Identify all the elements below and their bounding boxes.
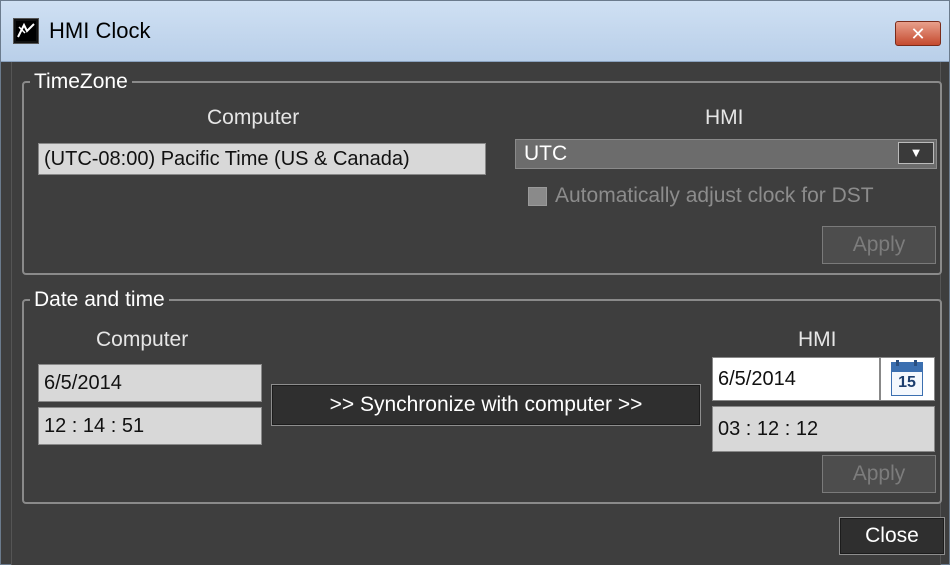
hmi-timezone-select[interactable]: UTC ▼ bbox=[515, 139, 937, 169]
synchronize-button[interactable]: >> Synchronize with computer >> bbox=[271, 384, 701, 426]
datetime-hmi-label: HMI bbox=[798, 328, 837, 351]
timezone-apply-button[interactable]: Apply bbox=[822, 226, 936, 264]
close-button[interactable]: Close bbox=[839, 517, 945, 555]
dst-checkbox[interactable] bbox=[528, 187, 547, 206]
computer-time-field: 12 : 14 : 51 bbox=[38, 407, 262, 445]
timezone-computer-label: Computer bbox=[207, 106, 300, 129]
hmi-timezone-value: UTC bbox=[524, 142, 568, 165]
app-icon bbox=[13, 18, 39, 44]
hmi-time-field: 03 : 12 : 12 bbox=[712, 406, 935, 452]
dropdown-arrow-icon[interactable]: ▼ bbox=[898, 142, 934, 164]
dst-checkbox-label: Automatically adjust clock for DST bbox=[555, 184, 874, 207]
title-bar: HMI Clock ✕ bbox=[1, 1, 949, 62]
close-icon[interactable]: ✕ bbox=[895, 21, 941, 46]
datetime-apply-button[interactable]: Apply bbox=[822, 455, 936, 493]
hmi-clock-dialog: HMI Clock ✕ TimeZone Computer HMI (UTC-0… bbox=[0, 0, 950, 565]
calendar-day: 15 bbox=[898, 374, 916, 391]
datetime-computer-label: Computer bbox=[96, 328, 189, 351]
computer-timezone-field: (UTC-08:00) Pacific Time (US & Canada) bbox=[38, 143, 486, 175]
computer-date-field: 6/5/2014 bbox=[38, 364, 262, 402]
window-title: HMI Clock bbox=[49, 18, 151, 43]
calendar-button[interactable]: 15 bbox=[880, 357, 935, 401]
dialog-body: TimeZone Computer HMI (UTC-08:00) Pacifi… bbox=[11, 62, 945, 565]
timezone-legend: TimeZone bbox=[34, 70, 128, 93]
timezone-hmi-label: HMI bbox=[705, 106, 744, 129]
calendar-icon: 15 bbox=[891, 360, 923, 396]
datetime-legend: Date and time bbox=[34, 288, 165, 311]
hmi-date-field[interactable]: 6/5/2014 bbox=[712, 357, 880, 401]
